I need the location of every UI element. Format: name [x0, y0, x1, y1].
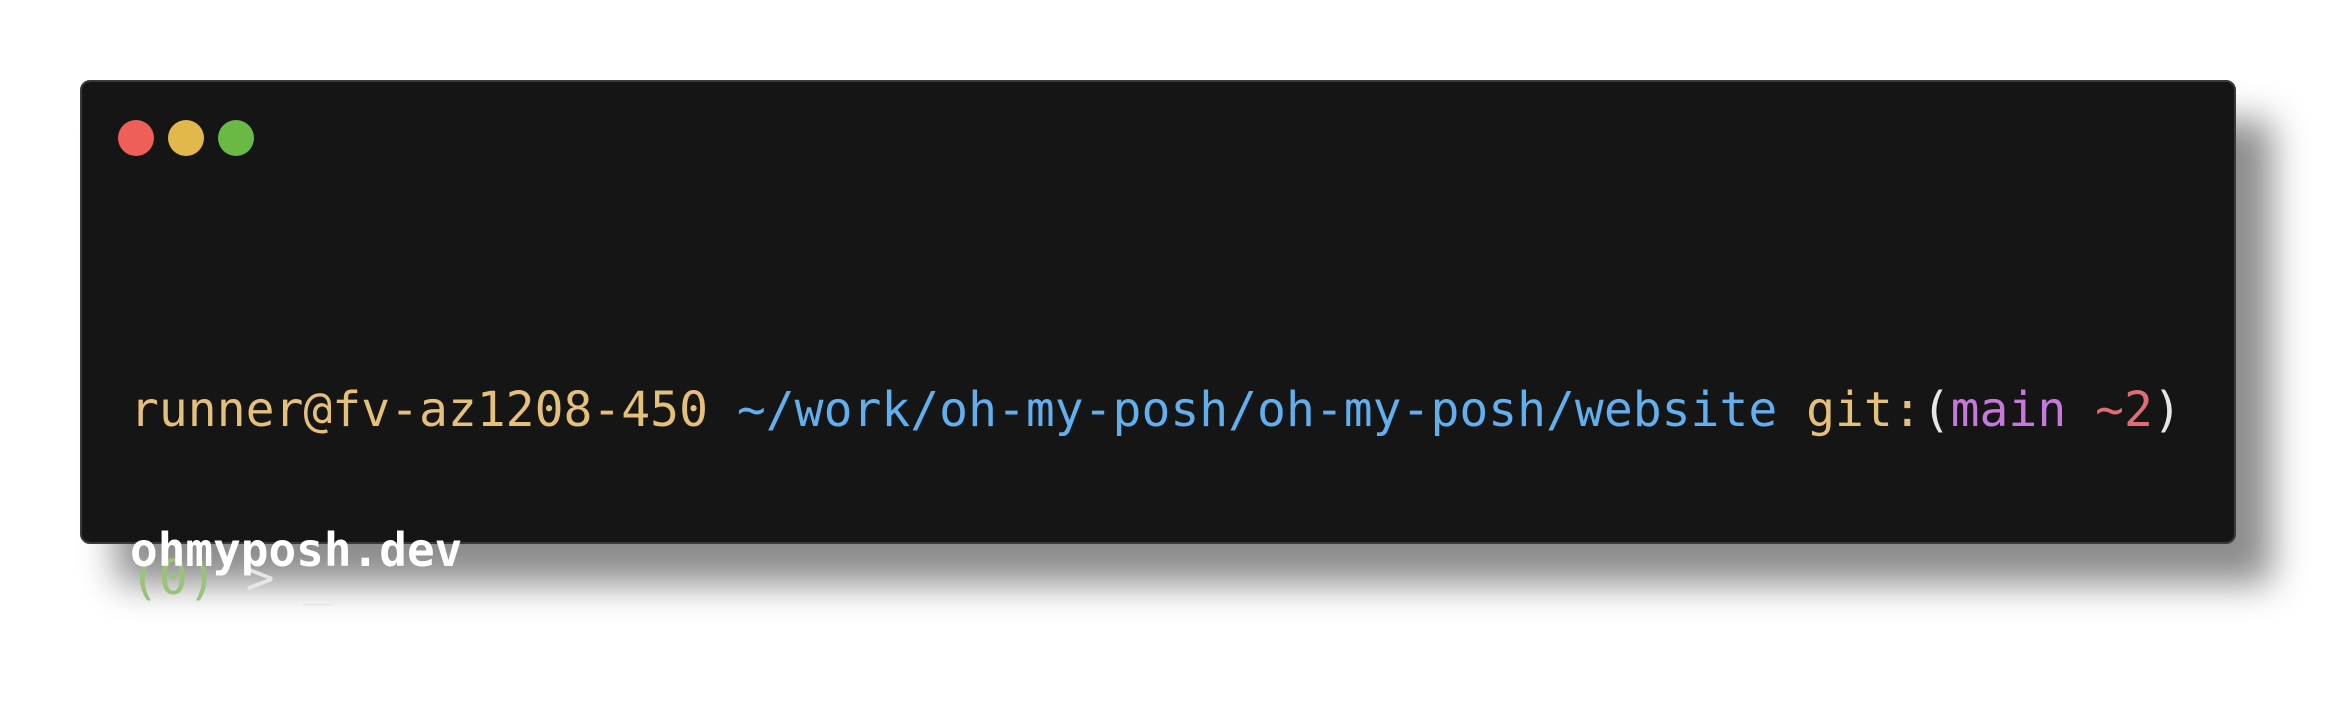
close-icon[interactable]: [118, 120, 154, 156]
git-changes: ~2: [2095, 382, 2153, 438]
window-controls: [118, 120, 254, 156]
git-close-paren: ): [2152, 382, 2182, 438]
website-label: ohmyposh.dev: [130, 523, 463, 577]
prompt-line-1: runner@fv-az1208-450 ~/work/oh-my-posh/o…: [130, 382, 2194, 438]
terminal-window: runner@fv-az1208-450 ~/work/oh-my-posh/o…: [80, 80, 2236, 606]
maximize-icon[interactable]: [218, 120, 254, 156]
terminal-output[interactable]: runner@fv-az1208-450 ~/work/oh-my-posh/o…: [130, 270, 2194, 718]
minimize-icon[interactable]: [168, 120, 204, 156]
user-host: runner@fv-az1208-450: [130, 382, 708, 438]
git-branch: main: [1950, 382, 2067, 438]
current-path: ~/work/oh-my-posh/oh-my-posh/website: [736, 382, 1778, 438]
git-label: git:: [1806, 382, 1922, 438]
git-open-paren: (: [1921, 382, 1951, 438]
